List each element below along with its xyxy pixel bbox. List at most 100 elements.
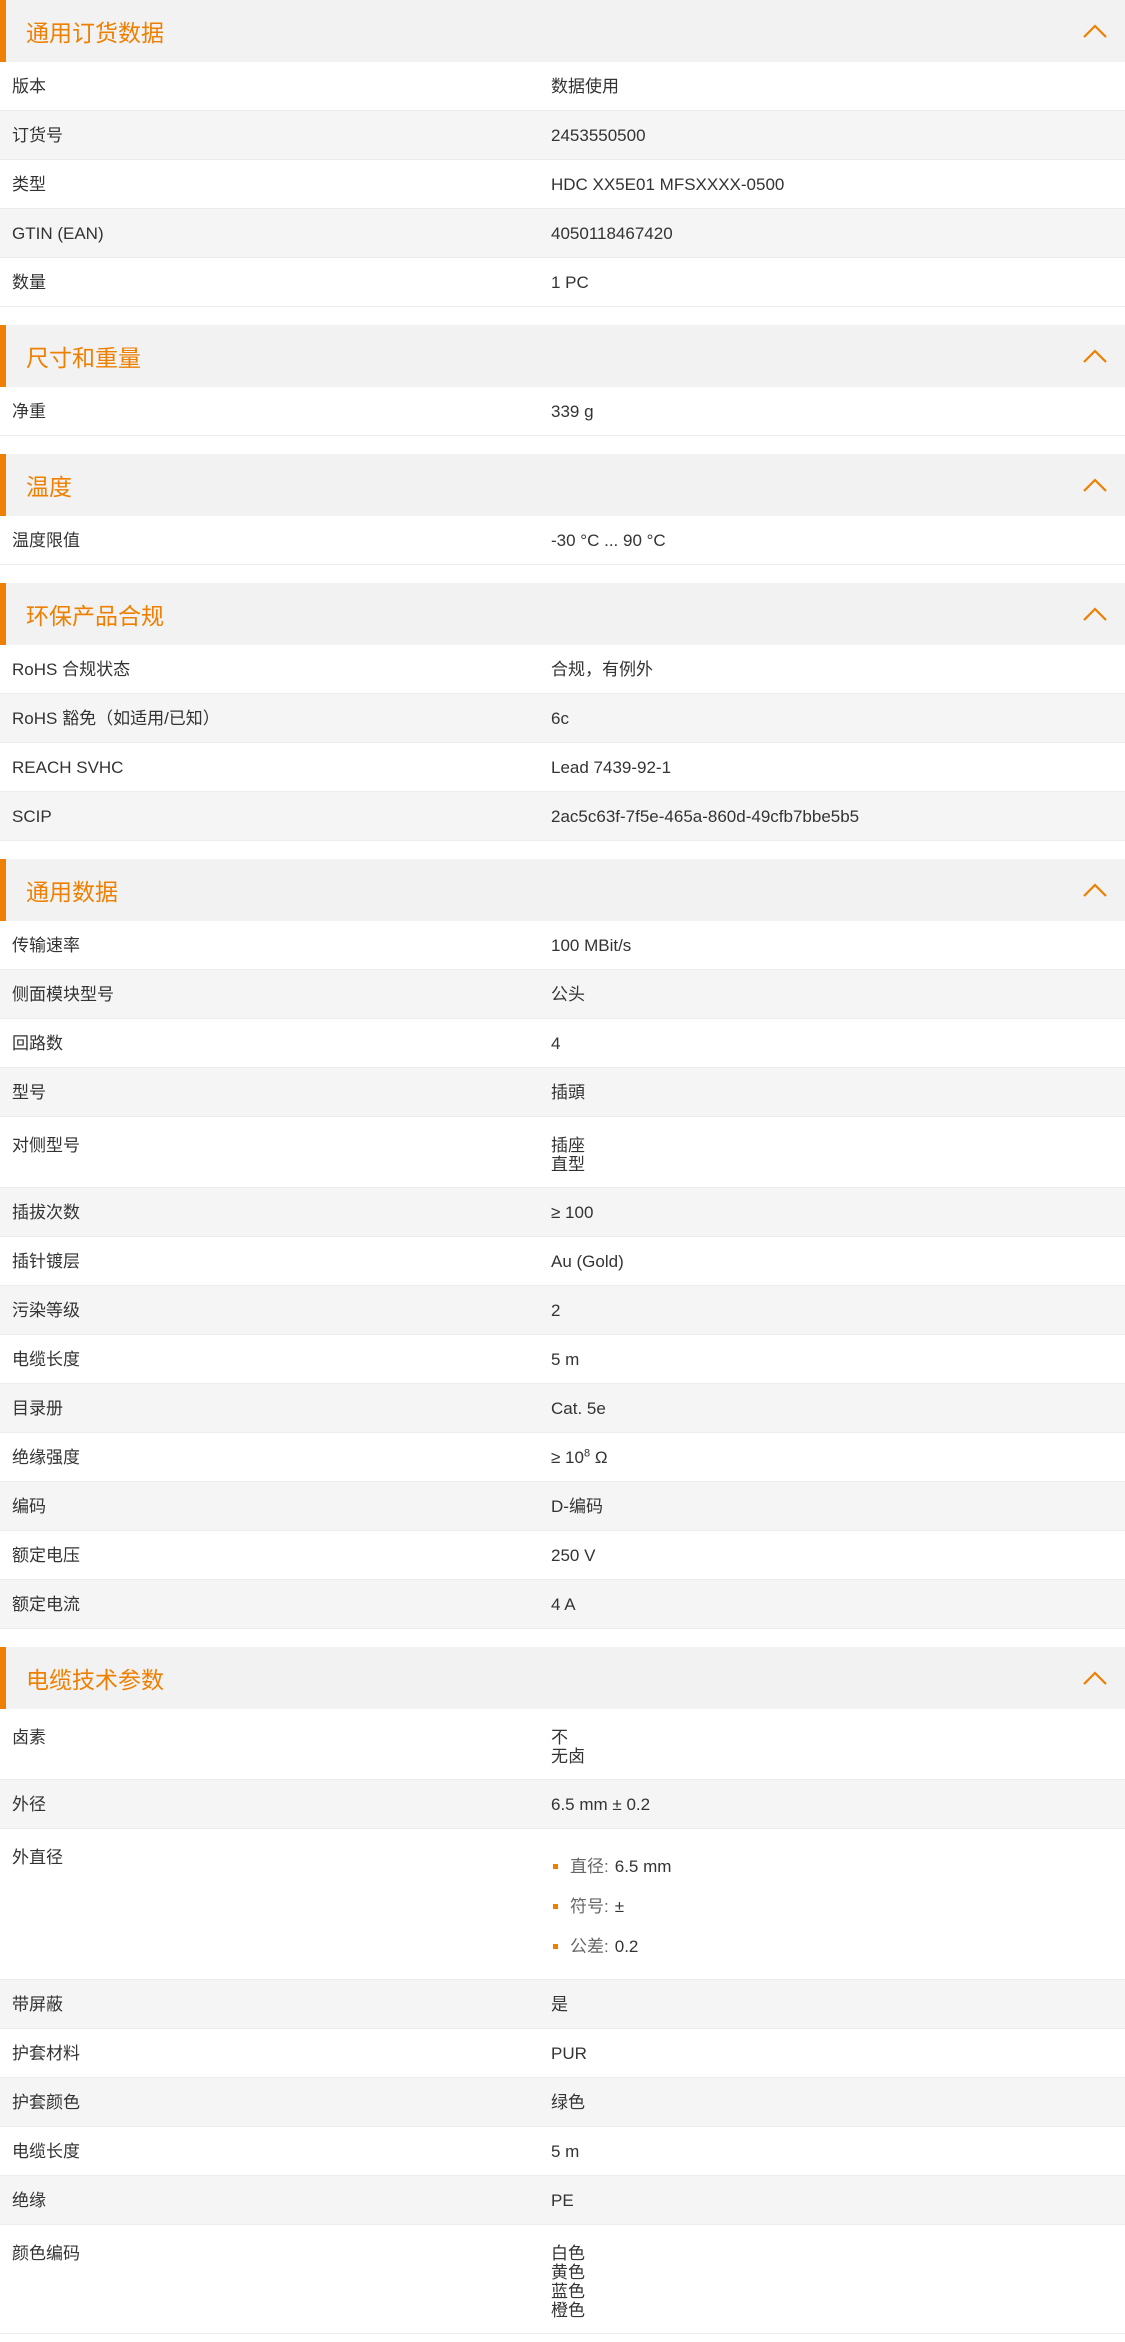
spec-section: 电缆技术参数 卤素不无卤 外径 6.5 mm ± 0.2 外直径 直径: 6.5 mm 符号:… [0, 1647, 1125, 2334]
spec-key: REACH SVHC [12, 757, 124, 777]
chevron-up-icon[interactable] [1081, 1664, 1109, 1692]
spec-key: RoHS 合规状态 [12, 659, 131, 679]
spec-key: 护套颜色 [12, 2092, 80, 2112]
section-body: 传输速率 100 MBit/s 侧面模块型号 公头 回路数 4 型号 插頭 对侧型号 插座 直型 插拔… [0, 921, 1125, 1629]
spec-value: 2 [551, 1300, 561, 1320]
spec-value: 是 [551, 1994, 568, 2014]
spec-row: 目录册 Cat. 5e [0, 1384, 1125, 1433]
section-title: 温度 [26, 474, 72, 500]
spec-row: 型号 插頭 [0, 1068, 1125, 1117]
section-header[interactable]: 通用订货数据 [0, 0, 1125, 62]
spec-row: 带屏蔽 是 [0, 1980, 1125, 2029]
spec-value: 白色 黄色 蓝色 橙色 [539, 2244, 1125, 2320]
spec-value-line: 蓝色 [551, 2282, 585, 2301]
bullet-square-icon [553, 1943, 558, 1949]
spec-row: 温度限值 -30 °C ... 90 °C [0, 516, 1125, 565]
spec-row: 卤素 不无卤 [0, 1709, 1125, 1780]
spec-value: 数据使用 [551, 76, 619, 96]
bullet-label: 直径: [570, 1856, 609, 1876]
spec-value: 不无卤 [539, 1728, 1125, 1766]
section-body: 净重 339 g [0, 387, 1125, 436]
spec-value: 5 m [551, 2141, 580, 2161]
spec-key: 侧面模块型号 [12, 984, 114, 1004]
spec-value: 插座 直型 [539, 1136, 1125, 1174]
spec-row: 额定电压 250 V [0, 1531, 1125, 1580]
chevron-up-icon[interactable] [1081, 342, 1109, 370]
spec-key: SCIP [12, 806, 52, 826]
section-header[interactable]: 环保产品合规 [0, 583, 1125, 645]
spec-row: 外直径 直径: 6.5 mm 符号: ± 公差: 0.2 [0, 1829, 1125, 1980]
spec-key: 回路数 [12, 1033, 63, 1053]
section-title: 环保产品合规 [26, 603, 164, 629]
spec-value: Cat. 5e [551, 1398, 606, 1418]
spec-value-line: 不 [551, 1728, 568, 1747]
chevron-up-icon[interactable] [1081, 876, 1109, 904]
section-body: 卤素不无卤 外径 6.5 mm ± 0.2 外直径 直径: 6.5 mm 符号: ± 公差: 0.… [0, 1709, 1125, 2334]
spec-key: 电缆长度 [12, 1349, 80, 1369]
spec-row: 传输速率 100 MBit/s [0, 921, 1125, 970]
spec-key: 编码 [12, 1496, 46, 1516]
chevron-up-icon[interactable] [1081, 471, 1109, 499]
spec-row: 污染等级 2 [0, 1286, 1125, 1335]
spec-value: 4050118467420 [551, 223, 673, 243]
spec-value-item: 符号: ± [551, 1886, 1125, 1926]
spec-row: 版本 数据使用 [0, 62, 1125, 111]
section-header[interactable]: 温度 [0, 454, 1125, 516]
section-title: 电缆技术参数 [26, 1667, 164, 1693]
section-header[interactable]: 电缆技术参数 [0, 1647, 1125, 1709]
chevron-up-icon[interactable] [1081, 17, 1109, 45]
spec-value: 合规，有例外 [551, 659, 653, 679]
spec-key: 插拔次数 [12, 1202, 80, 1222]
spec-row: SCIP 2ac5c63f-7f5e-465a-860d-49cfb7bbe5b5 [0, 792, 1125, 841]
spec-value: Au (Gold) [551, 1251, 624, 1271]
spec-accordion: 通用订货数据版本 数据使用订货号 2453550500 类型 HDC XX5E01 MF… [0, 0, 1125, 2334]
spec-key: 外直径 [12, 1848, 63, 1867]
spec-value-line: 直型 [551, 1155, 585, 1174]
spec-value-line: 插座 [551, 1136, 585, 1155]
bullet-value: 6.5 mm [614, 1856, 672, 1876]
bullet-value: ± [614, 1896, 625, 1916]
spec-value: 5 m [551, 1349, 580, 1369]
section-header[interactable]: 尺寸和重量 [0, 325, 1125, 387]
spec-key: RoHS 豁免（如适用/已知） [12, 708, 220, 728]
spec-value: HDC XX5E01 MFSXXXX-0500 [551, 174, 785, 194]
section-header[interactable]: 通用数据 [0, 859, 1125, 921]
spec-key: 额定电压 [12, 1545, 80, 1565]
spec-row: 插拔次数 ≥ 100 [0, 1188, 1125, 1237]
spec-value: PE [551, 2190, 574, 2210]
spec-key: 版本 [12, 76, 46, 96]
spec-value: PUR [551, 2043, 587, 2063]
spec-value: 6c [551, 708, 569, 728]
spec-value-line: 橙色 [551, 2301, 585, 2320]
spec-section: 尺寸和重量净重 339 g [0, 325, 1125, 436]
section-title: 通用订货数据 [26, 20, 164, 46]
spec-key: 类型 [12, 174, 46, 194]
spec-row: 订货号 2453550500 [0, 111, 1125, 160]
spec-key: 订货号 [12, 125, 63, 145]
spec-key: 颜色编码 [12, 2244, 80, 2263]
spec-value: 4 [551, 1033, 561, 1053]
chevron-up-icon[interactable] [1081, 600, 1109, 628]
spec-key: 电缆长度 [12, 2141, 80, 2161]
spec-row: 净重 339 g [0, 387, 1125, 436]
section-body: 温度限值 -30 °C ... 90 °C [0, 516, 1125, 565]
spec-key: 数量 [12, 272, 46, 292]
section-title: 尺寸和重量 [26, 345, 141, 371]
spec-key: 净重 [12, 401, 46, 421]
spec-value: 2453550500 [551, 125, 646, 145]
spec-section: 通用订货数据版本 数据使用订货号 2453550500 类型 HDC XX5E01 MF… [0, 0, 1125, 307]
spec-row: 类型 HDC XX5E01 MFSXXXX-0500 [0, 160, 1125, 209]
spec-key: 护套材料 [12, 2043, 80, 2063]
spec-row: 电缆长度 5 m [0, 1335, 1125, 1384]
spec-value: 绿色 [551, 2092, 585, 2112]
spec-value: 6.5 mm ± 0.2 [551, 1794, 651, 1814]
spec-value-line: 白色 [551, 2244, 585, 2263]
spec-value-list: 直径: 6.5 mm 符号: ± 公差: 0.2 [551, 1846, 1125, 1966]
spec-key: 绝缘强度 [12, 1447, 80, 1467]
spec-row: 额定电流 4 A [0, 1580, 1125, 1629]
spec-value: 250 V [551, 1545, 596, 1565]
spec-value: 插頭 [551, 1082, 585, 1102]
spec-value: 100 MBit/s [551, 935, 632, 955]
spec-row: REACH SVHC Lead 7439-92-1 [0, 743, 1125, 792]
spec-row: GTIN (EAN) 4050118467420 [0, 209, 1125, 258]
